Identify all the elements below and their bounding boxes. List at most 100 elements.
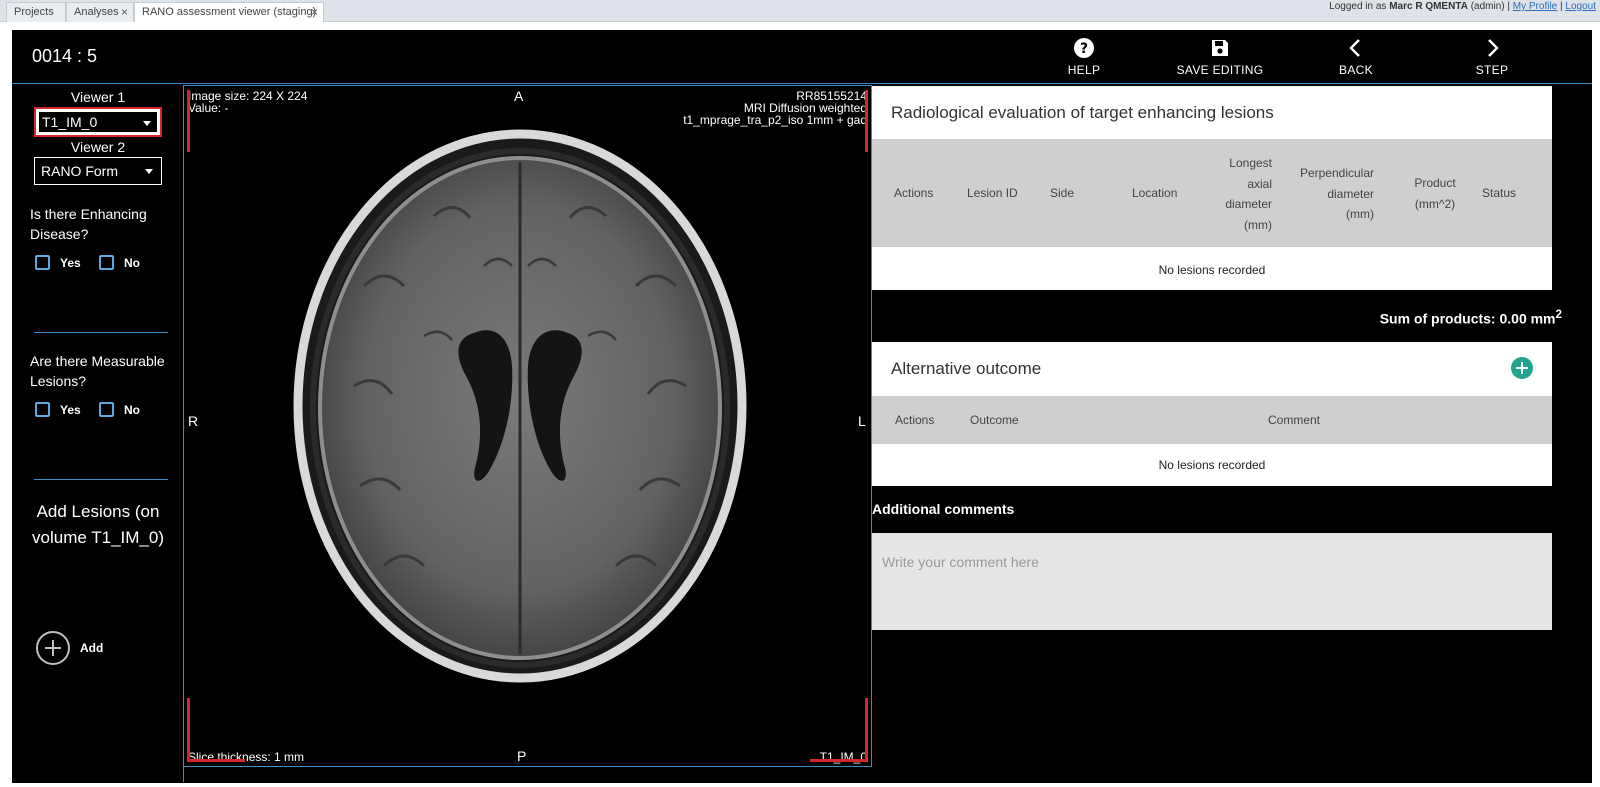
col-actions: Actions	[894, 186, 934, 200]
sum-of-products: Sum of products: 0.00 mm2	[1380, 308, 1562, 327]
orientation-posterior: P	[517, 748, 527, 764]
help-button[interactable]: ? HELP	[1024, 34, 1144, 77]
save-label: SAVE EDITING	[1176, 63, 1264, 77]
step-label: STEP	[1475, 63, 1509, 77]
enhancing-no-checkbox[interactable]	[99, 255, 114, 270]
separator: |	[1507, 1, 1510, 12]
header-line: (mm)	[1244, 217, 1272, 232]
tab-bar: Projects Analyses × RANO assessment view…	[0, 0, 1600, 22]
logout-link[interactable]: Logout	[1565, 1, 1596, 12]
separator: |	[1560, 1, 1563, 12]
col-status: Status	[1482, 186, 1517, 200]
svg-text:?: ?	[1080, 41, 1088, 57]
viewport-corner-marker	[187, 90, 190, 152]
user-name: Marc R QMENTA	[1389, 1, 1468, 12]
alternative-outcome-title: Alternative outcome	[891, 359, 1042, 378]
col-actions: Actions	[895, 413, 935, 427]
close-icon[interactable]: ×	[121, 3, 128, 22]
viewer1-select[interactable]: T1_IM_0	[34, 107, 162, 137]
viewer1-label: Viewer 1	[70, 89, 126, 105]
my-profile-link[interactable]: My Profile	[1513, 1, 1557, 12]
viewer2-value: RANO Form	[41, 163, 118, 179]
pixel-value: Value: -	[188, 101, 229, 115]
header-line: Perpendicular	[1299, 166, 1374, 180]
col-outcome: Outcome	[970, 413, 1019, 427]
chevron-right-icon	[1432, 34, 1552, 60]
col-side: Side	[1050, 186, 1075, 200]
lesions-empty-message: No lesions recorded	[1158, 263, 1266, 277]
measurable-no-label: No	[124, 403, 140, 417]
mri-viewer[interactable]: Image size: 224 X 224 Value: - RR8515521…	[184, 85, 872, 767]
viewer1-value: T1_IM_0	[42, 114, 98, 130]
measurable-yes-label: Yes	[60, 403, 81, 417]
orientation-anterior: A	[514, 88, 524, 104]
viewport-corner-marker	[865, 698, 868, 760]
header-line: Longest	[1229, 156, 1272, 170]
col-comment: Comment	[1268, 413, 1321, 427]
outcome-table-header: Actions Outcome Comment	[872, 396, 1552, 444]
chevron-down-icon	[143, 121, 151, 126]
tab-label: Projects	[14, 6, 54, 18]
tab-rano-viewer[interactable]: RANO assessment viewer (staging) ×	[134, 2, 324, 22]
header-line: (mm)	[1346, 207, 1374, 221]
orientation-left: L	[858, 413, 866, 429]
enhancing-yes-checkbox[interactable]	[35, 255, 50, 270]
col-longest-diameter: Longest axial diameter (mm)	[1202, 153, 1272, 235]
col-product: Product (mm^2)	[1400, 173, 1470, 214]
viewer2-select[interactable]: RANO Form	[34, 157, 162, 185]
viewport-corner-marker	[187, 759, 245, 762]
step-button[interactable]: STEP	[1432, 34, 1552, 77]
alternative-outcome-card: Alternative outcome Actions Outcome Comm…	[872, 342, 1552, 486]
tab-label: RANO assessment viewer (staging)	[142, 6, 317, 18]
col-perpendicular-diameter: Perpendicular diameter (mm)	[1282, 163, 1374, 225]
tab-analyses[interactable]: Analyses ×	[66, 2, 134, 22]
case-id: 0014 : 5	[32, 46, 98, 66]
left-panel: Viewer 1 T1_IM_0 Viewer 2 RANO Form Is t…	[12, 85, 184, 782]
add-lesions-title: Add Lesions (on volume T1_IM_0)	[32, 502, 164, 547]
lesions-table-header: Actions Lesion ID Side Location Longest …	[872, 139, 1552, 247]
app-frame: 0014 : 5 ? HELP SAVE EDITING BACK STEP V…	[12, 30, 1592, 783]
tab-label: Analyses	[74, 6, 119, 18]
additional-comments-label: Additional comments	[872, 501, 1015, 517]
back-button[interactable]: BACK	[1296, 34, 1416, 77]
target-lesions-card: Radiological evaluation of target enhanc…	[872, 86, 1552, 290]
close-icon[interactable]: ×	[311, 3, 318, 22]
back-label: BACK	[1339, 63, 1373, 77]
tab-projects[interactable]: Projects	[6, 2, 66, 22]
header-line: (mm^2)	[1414, 196, 1456, 211]
measurable-lesions-question: Are there Measurable Lesions?	[30, 353, 165, 389]
brain-mri-image[interactable]	[184, 86, 872, 767]
chevron-down-icon	[145, 169, 153, 174]
header-line: diameter	[1327, 186, 1374, 201]
viewport-corner-marker	[810, 759, 868, 762]
help-label: HELP	[1067, 63, 1101, 77]
outcome-empty-message: No lesions recorded	[1158, 458, 1266, 472]
header-line: Product	[1414, 176, 1456, 190]
add-outcome-button[interactable]	[1511, 357, 1533, 379]
save-editing-button[interactable]: SAVE EDITING	[1160, 34, 1280, 77]
enhancing-yes-label: Yes	[60, 256, 81, 270]
additional-comments-input[interactable]	[872, 533, 1552, 630]
divider	[34, 332, 168, 333]
sequence-name: t1_mprage_tra_p2_iso 1mm + gad	[683, 113, 867, 127]
chevron-left-icon	[1296, 34, 1416, 60]
col-location: Location	[1132, 186, 1178, 200]
add-lesion-button[interactable]	[36, 631, 70, 665]
save-icon	[1160, 34, 1280, 60]
sum-of-products-label: Sum of products: 0.00 mm	[1379, 310, 1556, 327]
add-lesion-label[interactable]: Add	[80, 641, 103, 655]
header-line: axial	[1247, 176, 1272, 191]
col-lesion-id: Lesion ID	[967, 186, 1018, 200]
orientation-right: R	[188, 413, 199, 429]
target-lesions-title: Radiological evaluation of target enhanc…	[891, 103, 1274, 122]
measurable-yes-checkbox[interactable]	[35, 402, 50, 417]
enhancing-no-label: No	[124, 256, 140, 270]
viewport-corner-marker	[187, 698, 190, 760]
help-icon: ?	[1024, 34, 1144, 60]
sum-of-products-unit-exponent: 2	[1555, 308, 1562, 321]
viewport-corner-marker	[865, 90, 868, 152]
header-toolbar: 0014 : 5 ? HELP SAVE EDITING BACK STEP	[12, 30, 1592, 84]
user-role: (admin)	[1470, 1, 1505, 12]
logged-in-label: Logged in as	[1329, 1, 1387, 12]
measurable-no-checkbox[interactable]	[99, 402, 114, 417]
